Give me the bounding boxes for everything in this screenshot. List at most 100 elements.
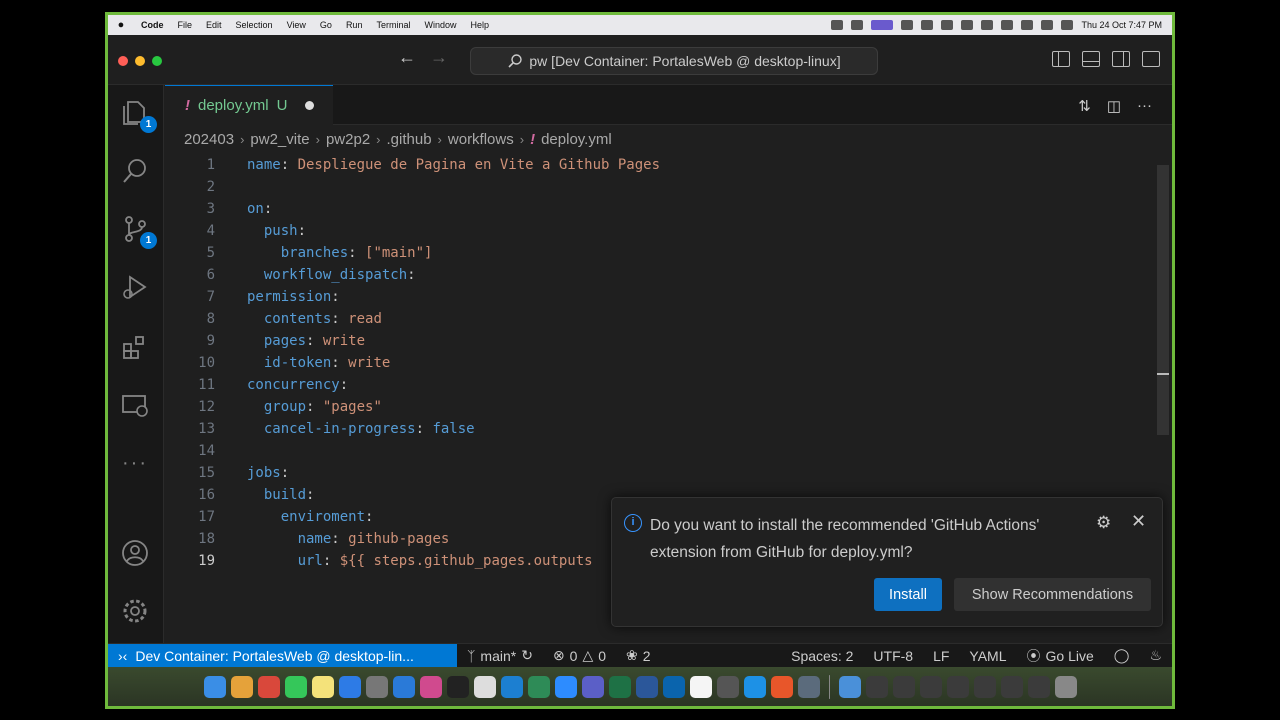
docker-status-icon[interactable] <box>921 20 934 30</box>
indentation-status[interactable]: Spaces: 2 <box>781 648 863 664</box>
install-button[interactable]: Install <box>874 578 942 611</box>
system-icon[interactable] <box>797 675 820 698</box>
forward-arrow-icon[interactable]: → <box>430 47 448 68</box>
eol-status[interactable]: LF <box>923 648 959 664</box>
code-line[interactable]: 4 push: <box>165 220 1155 242</box>
encoding-status[interactable]: UTF-8 <box>863 648 923 664</box>
ports-status[interactable]: ❀ 2 <box>616 647 661 664</box>
code-line[interactable]: 7 permission: <box>165 286 1155 308</box>
split-editor-icon[interactable]: ◫ <box>1107 97 1121 115</box>
menu-help[interactable]: Help <box>463 20 496 30</box>
menu-terminal[interactable]: Terminal <box>369 20 417 30</box>
notification-settings-gear-icon[interactable]: ⚙ <box>1096 513 1111 533</box>
minimized-window-icon[interactable] <box>1000 675 1023 698</box>
minimized-window-icon[interactable] <box>973 675 996 698</box>
code-line[interactable]: 1 name: Despliegue de Pagina en Vite a Gi… <box>165 154 1155 176</box>
breadcrumb-item[interactable]: 202403 <box>184 131 234 148</box>
toggle-panel-icon[interactable] <box>1082 51 1100 67</box>
sync-status-icon[interactable] <box>851 20 864 30</box>
run-debug-icon[interactable] <box>119 271 151 303</box>
tab-deploy-yml[interactable]: ! deploy.yml U <box>165 85 333 125</box>
trash-icon[interactable] <box>1054 675 1077 698</box>
zoom-window-button[interactable] <box>152 56 162 66</box>
show-recommendations-button[interactable]: Show Recommendations <box>954 578 1151 611</box>
sync-icon[interactable]: ↻ <box>521 647 533 664</box>
battery-icon[interactable] <box>1001 20 1014 30</box>
explorer-icon[interactable]: 1 <box>119 97 157 133</box>
search-view-icon[interactable] <box>119 155 151 187</box>
extensions-icon[interactable] <box>119 331 151 363</box>
breadcrumb-item[interactable]: pw2_vite <box>250 131 309 148</box>
edge-icon[interactable] <box>500 675 523 698</box>
messages-icon[interactable] <box>284 675 307 698</box>
close-window-button[interactable] <box>118 56 128 66</box>
minimized-window-icon[interactable] <box>946 675 969 698</box>
notifications-bell-icon[interactable]: ♨ <box>1139 647 1172 664</box>
source-control-icon[interactable]: 1 <box>119 213 157 249</box>
calendar-icon[interactable] <box>689 675 712 698</box>
teams-status-icon[interactable] <box>901 20 914 30</box>
outlook-icon[interactable] <box>662 675 685 698</box>
system-settings-icon[interactable] <box>365 675 388 698</box>
chrome-icon[interactable] <box>257 675 280 698</box>
unsaved-dot-icon[interactable] <box>305 101 315 110</box>
breadcrumb-item[interactable]: workflows <box>448 131 514 148</box>
cloud-status-icon[interactable] <box>941 20 954 30</box>
minimize-window-button[interactable] <box>135 56 145 66</box>
code-line[interactable]: 14 <box>165 440 1155 462</box>
word-icon[interactable] <box>635 675 658 698</box>
docker-icon[interactable] <box>743 675 766 698</box>
menu-go[interactable]: Go <box>313 20 339 30</box>
textedit-icon[interactable] <box>473 675 496 698</box>
menu-selection[interactable]: Selection <box>229 20 280 30</box>
code-line[interactable]: 2 <box>165 176 1155 198</box>
slack-icon[interactable] <box>419 675 442 698</box>
spotlight-search-icon[interactable] <box>1041 20 1054 30</box>
breadcrumb-item[interactable]: pw2p2 <box>326 131 370 148</box>
remote-indicator[interactable]: ›‹ Dev Container: PortalesWeb @ desktop-… <box>108 643 457 668</box>
more-views-icon[interactable]: ··· <box>119 447 151 479</box>
screen-record-icon[interactable] <box>871 20 894 30</box>
zoom-icon[interactable] <box>554 675 577 698</box>
toggle-secondary-sidebar-icon[interactable] <box>1112 51 1130 67</box>
go-live-status[interactable]: ⦿ Go Live <box>1017 646 1104 666</box>
control-center-icon[interactable] <box>1061 20 1074 30</box>
code-line[interactable]: 3 on: <box>165 198 1155 220</box>
launchpad-icon[interactable] <box>230 675 253 698</box>
remote-explorer-icon[interactable] <box>119 389 151 421</box>
menu-edit[interactable]: Edit <box>199 20 229 30</box>
vscode-icon[interactable] <box>392 675 415 698</box>
menu-view[interactable]: View <box>280 20 313 30</box>
brave-icon[interactable] <box>770 675 793 698</box>
code-line[interactable]: 9 pages: write <box>165 330 1155 352</box>
moon-icon[interactable] <box>981 20 994 30</box>
minimized-window-icon[interactable] <box>865 675 888 698</box>
customize-layout-icon[interactable] <box>1142 51 1160 67</box>
menu-run[interactable]: Run <box>339 20 370 30</box>
menu-window[interactable]: Window <box>417 20 463 30</box>
menu-file[interactable]: File <box>171 20 200 30</box>
wifi-icon[interactable] <box>1021 20 1034 30</box>
terminal-icon[interactable] <box>446 675 469 698</box>
calculator-icon[interactable] <box>716 675 739 698</box>
minimized-window-icon[interactable] <box>919 675 942 698</box>
menu-app-code[interactable]: Code <box>134 20 171 30</box>
accounts-icon[interactable] <box>119 537 151 569</box>
minimized-window-icon[interactable] <box>892 675 915 698</box>
git-branch-status[interactable]: ᛉ main* ↻ <box>457 647 543 664</box>
command-center[interactable]: pw [Dev Container: PortalesWeb @ desktop… <box>470 47 878 75</box>
zoom-status-icon[interactable] <box>831 20 844 30</box>
app-store-icon[interactable] <box>338 675 361 698</box>
breadcrumb-item[interactable]: .github <box>387 131 432 148</box>
display-status-icon[interactable] <box>961 20 974 30</box>
toggle-primary-sidebar-icon[interactable] <box>1052 51 1070 67</box>
finder-icon[interactable] <box>203 675 226 698</box>
apple-menu-icon[interactable]: ● <box>108 19 134 31</box>
code-line[interactable]: 8 contents: read <box>165 308 1155 330</box>
editor-scrollbar[interactable] <box>1157 165 1169 435</box>
code-line[interactable]: 13 cancel-in-progress: false <box>165 418 1155 440</box>
code-line[interactable]: 12 group: "pages" <box>165 396 1155 418</box>
downloads-folder-icon[interactable] <box>838 675 861 698</box>
language-mode-status[interactable]: YAML <box>959 648 1016 664</box>
notes-icon[interactable] <box>311 675 334 698</box>
